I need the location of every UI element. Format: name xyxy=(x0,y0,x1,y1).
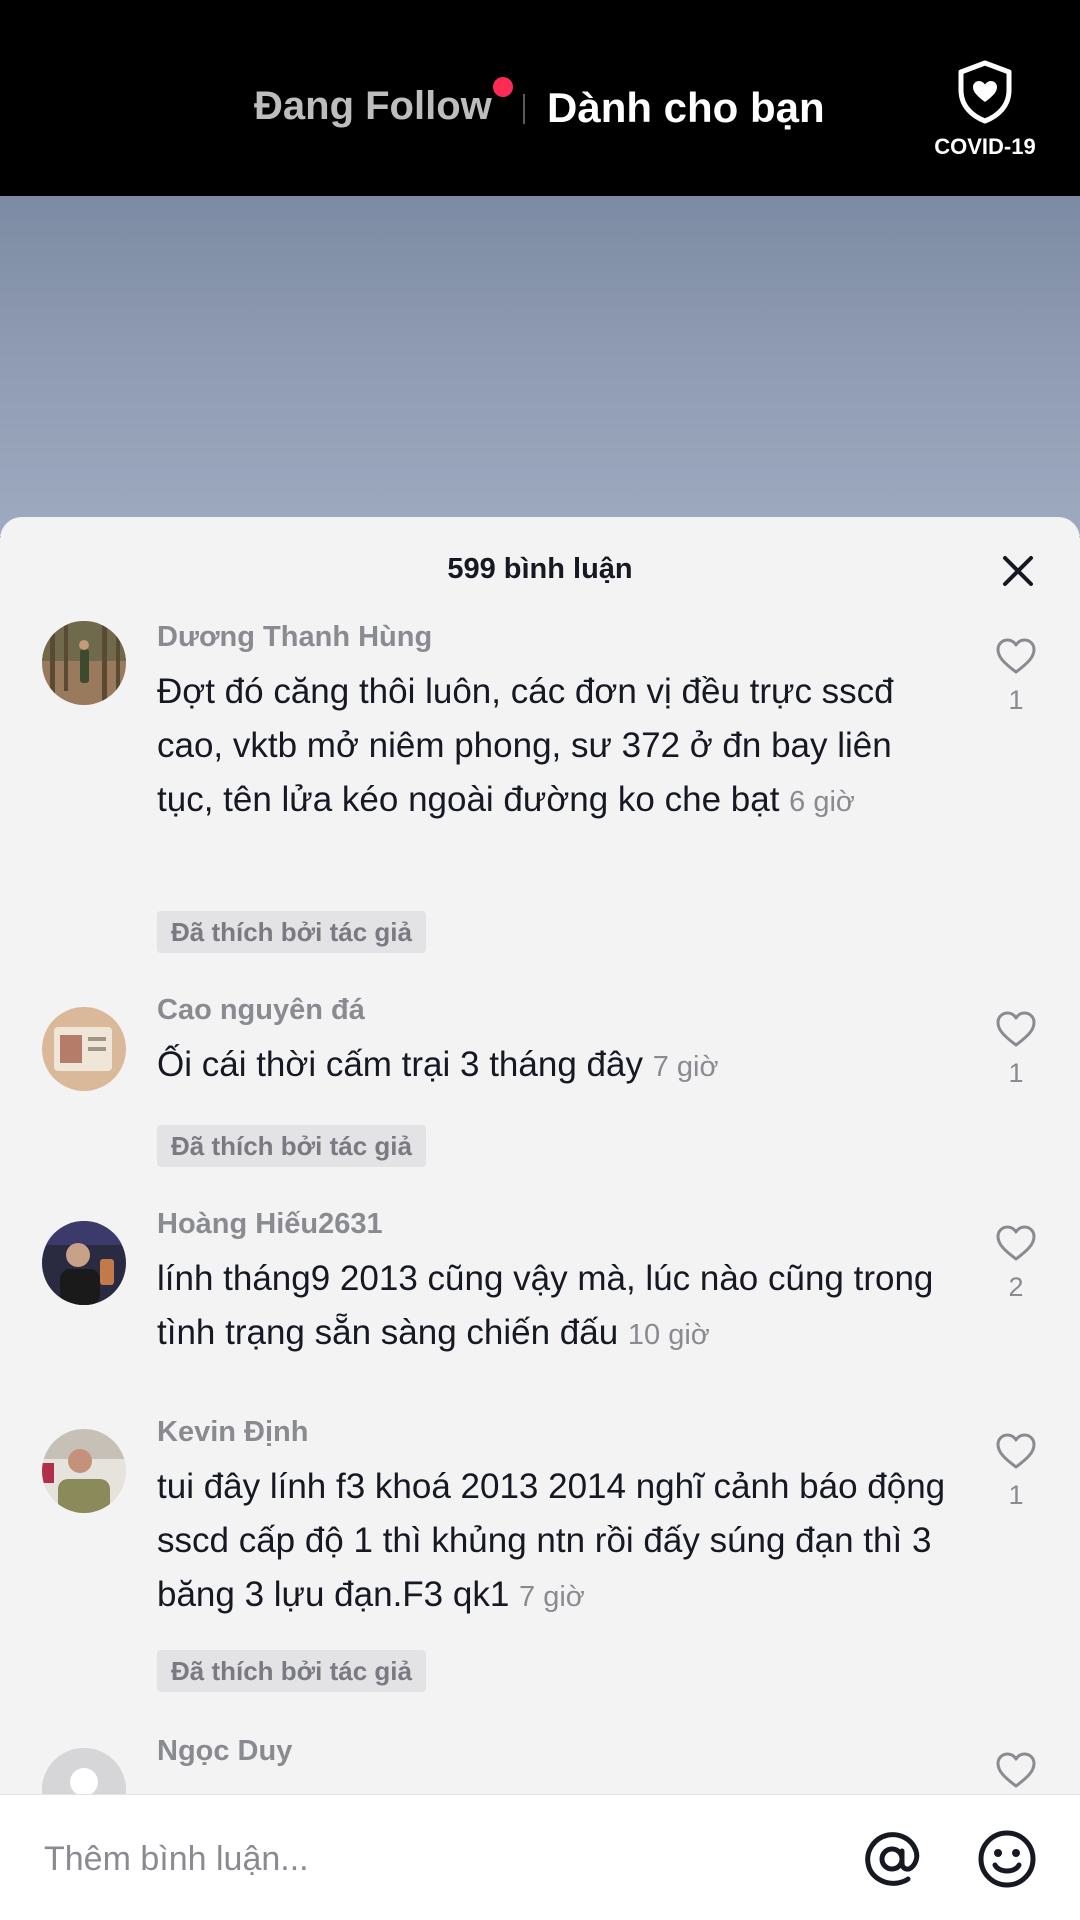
like-button[interactable]: 1 xyxy=(990,1432,1042,1511)
tab-for-you[interactable]: Dành cho bạn xyxy=(547,84,825,132)
avatar[interactable] xyxy=(42,1007,126,1091)
comment-time: 10 giờ xyxy=(627,1319,710,1351)
liked-by-author-badge: Đã thích bởi tác giả xyxy=(157,1650,426,1692)
comment-text: Đợt đó căng thôi luôn, các đơn vị đều tr… xyxy=(157,665,957,829)
comment-body: Ối cái thời cấm trại 3 tháng đây xyxy=(157,1045,643,1084)
comments-sheet: 599 bình luận Dương Thanh Hùng Đợt đó că… xyxy=(0,517,1080,1920)
comment-time: 6 giờ xyxy=(789,786,855,818)
liked-by-author-badge: Đã thích bởi tác giả xyxy=(157,911,426,953)
liked-by-author-badge: Đã thích bởi tác giả xyxy=(157,1125,426,1167)
notification-dot xyxy=(493,77,513,97)
comment-text: lính tháng9 2013 cũng vậy mà, lúc nào cũ… xyxy=(157,1252,957,1362)
tab-following[interactable]: Đang Follow xyxy=(254,84,492,129)
like-count: 1 xyxy=(1008,1058,1024,1088)
avatar[interactable] xyxy=(42,1221,126,1305)
comment-body: lính tháng9 2013 cũng vậy mà, lúc nào cũ… xyxy=(157,1259,934,1352)
comment-author[interactable]: Hoàng Hiếu2631 xyxy=(157,1208,383,1241)
tab-divider xyxy=(523,94,525,124)
heart-icon xyxy=(996,638,1036,674)
like-button[interactable] xyxy=(990,1751,1042,1789)
heart-icon xyxy=(996,1011,1036,1047)
emoji-icon[interactable] xyxy=(975,1827,1039,1891)
comment-text: tui đây lính f3 khoá 2013 2014 nghĩ cảnh… xyxy=(157,1460,957,1624)
heart-icon xyxy=(996,1433,1036,1469)
like-button[interactable]: 1 xyxy=(990,637,1042,716)
avatar[interactable] xyxy=(42,1429,126,1513)
mention-at-icon[interactable] xyxy=(860,1827,924,1891)
heart-icon xyxy=(996,1752,1036,1788)
heart-icon xyxy=(996,1225,1036,1261)
comments-count-title: 599 bình luận xyxy=(447,553,633,585)
video-background[interactable] xyxy=(0,196,1080,536)
comment-time: 7 giờ xyxy=(652,1051,719,1083)
comment-input-bar xyxy=(0,1794,1080,1920)
top-navigation-bar: Đang Follow Dành cho bạn COVID-19 xyxy=(0,0,1080,196)
close-icon[interactable] xyxy=(1000,553,1036,589)
comment-time: 7 giờ xyxy=(519,1581,585,1613)
like-count: 2 xyxy=(1008,1272,1024,1302)
shield-heart-icon xyxy=(958,60,1012,124)
comment-body: Đợt đó căng thôi luôn, các đơn vị đều tr… xyxy=(157,672,894,819)
like-button[interactable]: 2 xyxy=(990,1224,1042,1303)
comment-author[interactable]: Kevin Định xyxy=(157,1416,308,1449)
like-button[interactable]: 1 xyxy=(990,1010,1042,1089)
add-comment-input[interactable] xyxy=(44,1829,824,1889)
like-count: 1 xyxy=(1008,685,1024,715)
comment-author[interactable]: Dương Thanh Hùng xyxy=(157,621,432,654)
comment-author[interactable]: Ngọc Duy xyxy=(157,1735,292,1768)
avatar[interactable] xyxy=(42,621,126,705)
like-count: 1 xyxy=(1008,1480,1024,1510)
comment-author[interactable]: Cao nguyên đá xyxy=(157,994,365,1027)
covid-button[interactable]: COVID-19 xyxy=(920,60,1050,170)
comment-text: Ối cái thời cấm trại 3 tháng đây 7 giờ xyxy=(157,1038,957,1094)
covid-label: COVID-19 xyxy=(934,134,1036,159)
